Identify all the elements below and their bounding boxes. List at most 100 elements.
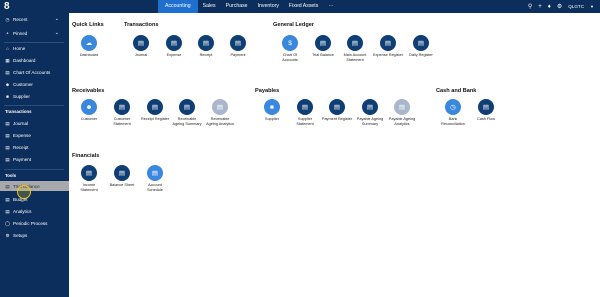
tile-trial-balance[interactable]: ▤ Trial Balance: [306, 35, 340, 58]
tile-receipt-register[interactable]: ▤ Receipt Register: [138, 99, 172, 122]
settings-gear-icon[interactable]: ⚙: [557, 3, 562, 10]
sidebar-item-analytics[interactable]: ▤ Analytics: [0, 206, 69, 216]
search-icon[interactable]: ⚲: [528, 3, 532, 10]
sidebar-item-setups[interactable]: ⚙ Setups: [0, 230, 69, 240]
budget-icon: ▤: [5, 196, 10, 202]
tile-customer[interactable]: ☻ Customer: [72, 99, 106, 122]
tile-chart-of-accounts[interactable]: $ Chart Of Accounts: [273, 35, 307, 62]
sidebar-item-pinned[interactable]: ⚬ Pinned ⌄: [0, 28, 69, 38]
tile-receivable-ageing-summary[interactable]: ▤ Receivable Ageing Summary: [170, 99, 204, 126]
sidebar-item-recent[interactable]: ◷ Recent ⌄: [0, 14, 69, 24]
analytics-icon: ▤: [5, 208, 10, 214]
sidebar-item-receipt[interactable]: ▤ Receipt: [0, 142, 69, 152]
sidebar-item-label: Dashboard: [13, 57, 36, 63]
tab-purchase[interactable]: Purchase: [221, 0, 253, 13]
balance-icon: ▤: [315, 35, 331, 51]
payment-icon: ▤: [5, 156, 10, 162]
tile-label: Customer Statement: [113, 117, 131, 126]
sidebar-item-expense[interactable]: ▤ Expense: [0, 130, 69, 140]
home-icon: ⌂: [6, 45, 9, 51]
tile-account-schedule[interactable]: ▤ Account Schedule: [138, 165, 172, 192]
sidebar-item-label: Receipt: [13, 144, 29, 150]
tile-payable-ageing-analytics[interactable]: ▤ Payable Ageing Analytics: [385, 99, 419, 126]
truck-icon: ■: [264, 99, 280, 115]
sidebar-item-periodic-process[interactable]: ◯ Periodic Process: [0, 218, 69, 228]
tab-inventory-label: Inventory: [257, 3, 279, 9]
tile-balance-sheet[interactable]: ▤ Balance Sheet: [105, 165, 139, 188]
tab-sales[interactable]: Sales: [198, 0, 221, 13]
sidebar-item-payment[interactable]: ▤ Payment: [0, 154, 69, 164]
tab-fixed-assets[interactable]: Fixed Assets: [284, 0, 323, 13]
sidebar-item-label: Journal: [13, 120, 29, 126]
tile-supplier-statement[interactable]: ▤ Supplier Statement: [288, 99, 322, 126]
tile-label: Daily Register: [409, 53, 433, 57]
summary-icon: ▤: [362, 99, 378, 115]
tab-inventory[interactable]: Inventory: [253, 0, 284, 13]
tile-label: Receipt: [199, 53, 213, 57]
section-title-general-ledger: General Ledger: [273, 22, 315, 28]
tile-income-statement[interactable]: ▤ Income Statement: [72, 165, 106, 192]
app-window: 8 Accounting Sales Purchase Inventory Fi…: [0, 0, 600, 297]
tile-label: Trial Balance: [311, 53, 335, 57]
tile-cash-flow[interactable]: ▤ Cash Flow: [469, 99, 503, 122]
tile-payment-register[interactable]: ▤ Payment Register: [320, 99, 354, 122]
tile-payable-ageing-summary[interactable]: ▤ Payable Ageing Summary: [353, 99, 387, 126]
tile-label: Expense: [166, 53, 182, 57]
app-logo[interactable]: 8: [4, 1, 14, 12]
sidebar-item-customer[interactable]: ☻ Customer: [0, 79, 69, 89]
section-title-transactions: Transactions: [124, 22, 159, 28]
tile-journal[interactable]: ▤ Journal: [124, 35, 158, 58]
sidebar-item-trial-balance[interactable]: ▤ Trial Balance: [0, 181, 69, 191]
tile-bank-reconciliation[interactable]: ◷ Bank Reconciliation: [436, 99, 470, 126]
tile-label: Customer: [80, 117, 98, 121]
tile-supplier[interactable]: ■ Supplier: [255, 99, 289, 122]
more-tabs-button[interactable]: ···: [323, 0, 338, 13]
main-content: Quick Links ☁ Dashboard Transactions ▤ J…: [69, 13, 600, 297]
sidebar-item-dashboard[interactable]: ▦ Dashboard: [0, 55, 69, 65]
sidebar-item-chart-of-accounts[interactable]: ▤ Chart Of Accounts: [0, 67, 69, 77]
add-icon[interactable]: +: [538, 4, 542, 10]
tile-label: Balance Sheet: [109, 183, 135, 187]
tile-receipt[interactable]: ▤ Receipt: [189, 35, 223, 58]
tab-accounting[interactable]: Accounting: [158, 0, 198, 13]
tile-dashboard[interactable]: ☁ Dashboard: [72, 35, 106, 58]
tile-label: Receivable Ageing Summary: [172, 117, 202, 126]
notification-bell-icon[interactable]: ♦: [548, 4, 551, 10]
tile-label: Account Schedule: [147, 183, 163, 192]
register-icon: ▤: [413, 35, 429, 51]
module-tabs: Accounting Sales Purchase Inventory Fixe…: [158, 0, 339, 13]
chevron-down-icon: ⌄: [54, 16, 59, 22]
organization-name[interactable]: QLGTC: [568, 4, 584, 9]
tile-label: Payable Ageing Analytics: [388, 117, 416, 126]
chevron-down-icon[interactable]: ▼: [590, 4, 594, 9]
clock-icon: ◷: [445, 99, 461, 115]
sidebar-item-home[interactable]: ⌂ Home: [0, 43, 69, 53]
tile-expense-register[interactable]: ▤ Expense Register: [371, 35, 405, 58]
sidebar-item-journal[interactable]: ▤ Journal: [0, 118, 69, 128]
section-title-cash-and-bank: Cash and Bank: [436, 88, 477, 94]
tile-label: Main Account Statement: [343, 53, 367, 62]
tile-label: Expense Register: [373, 53, 403, 57]
sidebar-item-label: Expense: [13, 132, 31, 138]
top-nav-bar: 8 Accounting Sales Purchase Inventory Fi…: [0, 0, 600, 13]
tile-daily-register[interactable]: ▤ Daily Register: [404, 35, 438, 58]
top-actions: ⚲ + ♦ ⚙ QLGTC ▼: [528, 0, 594, 13]
tile-payment[interactable]: ▤ Payment: [221, 35, 255, 58]
tile-label: Supplier Statement: [296, 117, 314, 126]
tile-label: Bank Reconciliation: [441, 117, 465, 126]
sidebar-item-label: Periodic Process: [13, 220, 48, 226]
tile-main-account-statement[interactable]: ▤ Main Account Statement: [338, 35, 372, 62]
sidebar-item-budget[interactable]: ▤ Budget: [0, 194, 69, 204]
sidebar-section-tools: Tools: [5, 173, 17, 178]
tile-label: Cash Flow: [477, 117, 495, 121]
tile-expense[interactable]: ▤ Expense: [157, 35, 191, 58]
sidebar-item-label: Supplier: [13, 93, 30, 99]
user-icon: ☻: [81, 99, 97, 115]
tile-receivable-ageing-analytics[interactable]: ▤ Receivable Ageing Analytics: [203, 99, 237, 126]
user-icon: ☻: [5, 81, 10, 87]
section-title-financials: Financials: [72, 153, 100, 159]
sidebar-item-label: Recent: [13, 16, 28, 22]
more-icon: ···: [328, 3, 334, 9]
sidebar-item-supplier[interactable]: ■ Supplier: [0, 91, 69, 101]
tile-customer-statement[interactable]: ▤ Customer Statement: [105, 99, 139, 126]
